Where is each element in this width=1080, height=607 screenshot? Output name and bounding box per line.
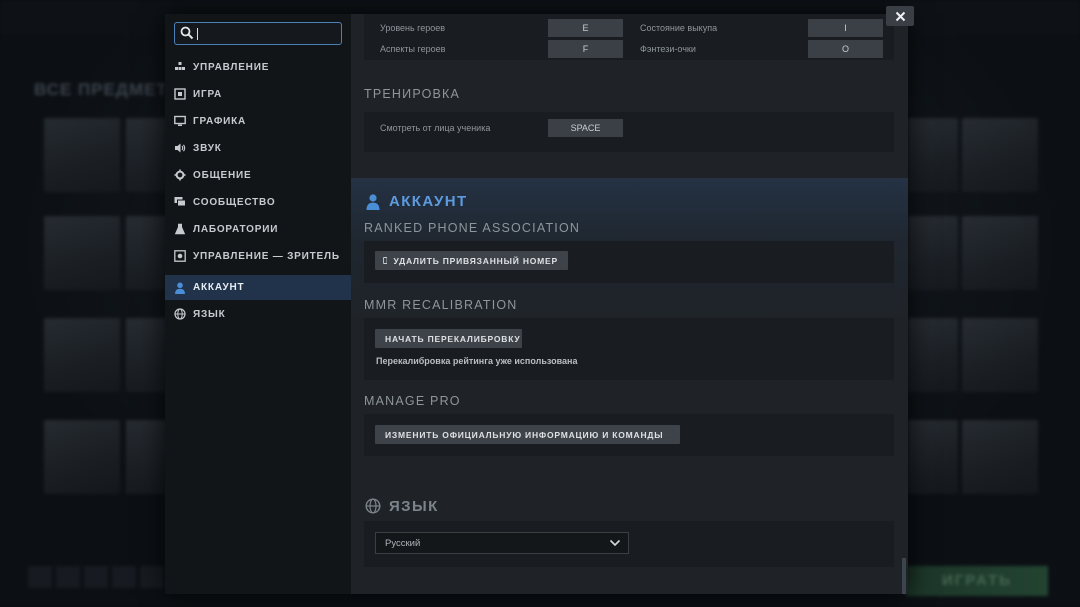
keybind-key[interactable]: O xyxy=(808,40,883,58)
settings-sidebar: УПРАВЛЕНИЕ ИГРА ГРАФИКА ЗВУК ОБЩЕНИЕ СОО… xyxy=(165,14,351,594)
monitor-icon xyxy=(174,115,186,127)
background-item-tile xyxy=(908,420,958,494)
sidebar-item-label: ЯЗЫК xyxy=(193,308,226,320)
keybind-key[interactable]: E xyxy=(548,19,623,37)
recalibration-status-note: Перекалибровка рейтинга уже использована xyxy=(376,356,578,366)
mmr-recalibration-title: MMR RECALIBRATION xyxy=(364,298,518,312)
scrollbar-thumb[interactable] xyxy=(902,558,906,594)
sidebar-item-account[interactable]: АККАУНТ xyxy=(165,275,351,300)
speaker-icon xyxy=(174,142,186,154)
language-title: ЯЗЫК xyxy=(389,498,439,515)
keybind-key[interactable]: F xyxy=(548,40,623,58)
search-box[interactable] xyxy=(174,22,342,45)
sidebar-item-community[interactable]: СООБЩЕСТВО xyxy=(165,190,351,214)
sidebar-item-sound[interactable]: ЗВУК xyxy=(165,136,351,160)
background-item-tile xyxy=(44,118,120,192)
background-item-tile xyxy=(962,216,1038,290)
background-hero-slot xyxy=(56,566,80,588)
sidebar-item-label: ОБЩЕНИЕ xyxy=(193,169,252,181)
settings-content: Уровень героев E Состояние выкупа I Аспе… xyxy=(351,14,908,594)
globe-icon xyxy=(174,308,186,320)
keybind-key[interactable]: I xyxy=(808,19,883,37)
keybind-label: Состояние выкупа xyxy=(640,23,718,33)
phone-icon xyxy=(383,257,388,264)
background-item-tile xyxy=(44,420,120,494)
edit-pro-info-button[interactable]: ИЗМЕНИТЬ ОФИЦИАЛЬНУЮ ИНФОРМАЦИЮ И КОМАНД… xyxy=(375,425,680,444)
keybind-label: Фэнтези-очки xyxy=(640,44,696,54)
remove-phone-button-label: УДАЛИТЬ ПРИВЯЗАННЫЙ НОМЕР xyxy=(393,255,558,266)
background-play-button: ИГРАТЬ xyxy=(906,566,1048,596)
start-recalibration-button[interactable]: НАЧАТЬ ПЕРЕКАЛИБРОВКУ xyxy=(375,329,522,348)
remove-phone-button[interactable]: УДАЛИТЬ ПРИВЯЗАННЫЙ НОМЕР xyxy=(375,251,568,270)
close-button[interactable] xyxy=(886,6,914,26)
sidebar-item-controls[interactable]: УПРАВЛЕНИЕ xyxy=(165,55,351,79)
manage-pro-title: MANAGE PRO xyxy=(364,394,461,408)
background-hero-slot xyxy=(112,566,136,588)
sidebar-item-graphics[interactable]: ГРАФИКА xyxy=(165,109,351,133)
sidebar-item-label: ГРАФИКА xyxy=(193,115,247,127)
keybind-label: Смотреть от лица ученика xyxy=(380,123,491,133)
background-item-tile xyxy=(908,318,958,392)
background-item-tile xyxy=(908,118,958,192)
background-hero-slot xyxy=(140,566,164,588)
controls-icon xyxy=(174,61,186,73)
sidebar-item-label: УПРАВЛЕНИЕ — ЗРИТЕЛЬ xyxy=(193,250,340,262)
sidebar-item-language[interactable]: ЯЗЫК xyxy=(165,302,351,326)
edit-pro-info-button-label: ИЗМЕНИТЬ ОФИЦИАЛЬНУЮ ИНФОРМАЦИЮ И КОМАНД… xyxy=(385,429,664,440)
user-icon xyxy=(366,194,380,210)
account-title: АККАУНТ xyxy=(389,193,468,210)
settings-dialog: УПРАВЛЕНИЕ ИГРА ГРАФИКА ЗВУК ОБЩЕНИЕ СОО… xyxy=(165,14,908,594)
close-icon xyxy=(895,11,905,21)
sidebar-item-label: ИГРА xyxy=(193,88,223,100)
sidebar-item-label: УПРАВЛЕНИЕ xyxy=(193,61,270,73)
flask-icon xyxy=(174,223,186,235)
gear-icon xyxy=(174,169,186,181)
sidebar-item-label: АККАУНТ xyxy=(193,282,245,293)
spectator-icon xyxy=(174,250,186,262)
background-item-tile xyxy=(908,216,958,290)
phone-association-title: RANKED PHONE ASSOCIATION xyxy=(364,221,581,235)
chat-icon xyxy=(174,196,186,208)
background-item-tile xyxy=(962,420,1038,494)
sidebar-item-game[interactable]: ИГРА xyxy=(165,82,351,106)
keybind-key[interactable]: SPACE xyxy=(548,119,623,137)
chevron-down-icon xyxy=(609,539,621,547)
sidebar-item-social[interactable]: ОБЩЕНИЕ xyxy=(165,163,351,187)
search-input[interactable] xyxy=(197,26,337,42)
background-hero-slot xyxy=(84,566,108,588)
mmr-recalibration-panel xyxy=(364,318,894,380)
sidebar-item-label: СООБЩЕСТВО xyxy=(193,196,276,208)
sidebar-item-label: ЛАБОРАТОРИИ xyxy=(193,223,279,235)
background-item-tile xyxy=(44,318,120,392)
training-title: ТРЕНИРОВКА xyxy=(364,87,461,101)
user-icon xyxy=(174,282,186,294)
external-link-icon xyxy=(669,434,670,435)
background-item-tile xyxy=(44,216,120,290)
background-hero-slot xyxy=(28,566,52,588)
background-heading: ВСЕ ПРЕДМЕТЫ xyxy=(34,80,186,99)
game-icon xyxy=(174,88,186,100)
sidebar-item-label: ЗВУК xyxy=(193,142,222,154)
search-icon xyxy=(180,26,194,40)
sidebar-item-spectator-controls[interactable]: УПРАВЛЕНИЕ — ЗРИТЕЛЬ xyxy=(165,244,351,268)
language-select[interactable]: Русский xyxy=(375,532,629,554)
keybind-label: Уровень героев xyxy=(380,23,446,33)
keybind-label: Аспекты героев xyxy=(380,44,446,54)
text-caret xyxy=(197,28,198,40)
background-item-tile xyxy=(962,118,1038,192)
globe-icon xyxy=(365,498,381,514)
sidebar-item-labs[interactable]: ЛАБОРАТОРИИ xyxy=(165,217,351,241)
background-item-tile xyxy=(962,318,1038,392)
language-select-value: Русский xyxy=(385,537,421,549)
